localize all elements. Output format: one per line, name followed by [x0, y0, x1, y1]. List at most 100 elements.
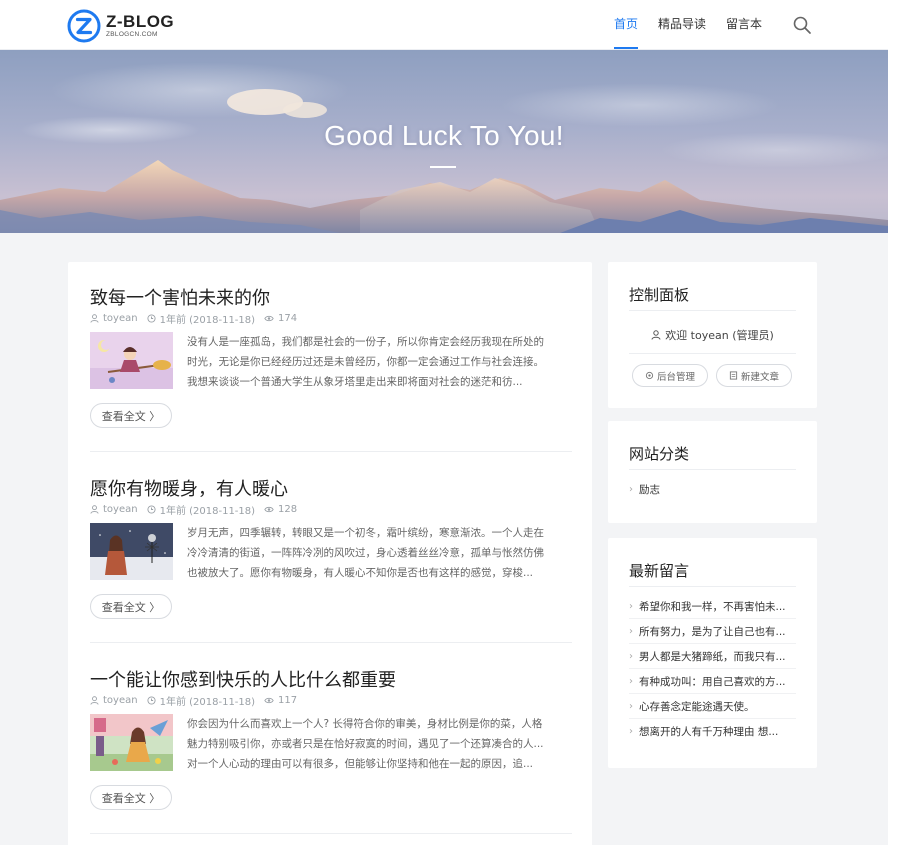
search-icon[interactable]	[792, 15, 812, 35]
post-divider	[90, 451, 572, 452]
user-icon	[90, 696, 99, 705]
admin-button[interactable]: 后台管理	[632, 364, 708, 387]
chevron-right-icon: ›	[629, 700, 633, 712]
clock-icon	[147, 505, 156, 514]
excerpt-line: 没有人是一座孤岛，我们都是社会的一份子，所以你肯定会经历我现在所处的	[187, 336, 544, 348]
chevron-right-icon: ›	[629, 650, 633, 662]
post-date: 1年前 (2018-11-18)	[159, 697, 256, 708]
widget-title: 最新留言	[629, 562, 690, 580]
post-list: 致每一个害怕未来的你 toyean 1年前 (2018-11-18) 174 没…	[68, 262, 592, 845]
zblog-logo-icon	[67, 9, 101, 43]
comment-text: 心存善念定能途遇天使。	[639, 700, 755, 713]
new-post-button[interactable]: 新建文章	[716, 364, 792, 387]
new-post-button-label: 新建文章	[740, 371, 779, 383]
eye-icon	[264, 315, 274, 322]
eye-icon	[264, 697, 274, 704]
post-item: 致每一个害怕未来的你 toyean 1年前 (2018-11-18) 174 没…	[90, 284, 572, 428]
category-label: 励志	[639, 484, 660, 496]
comment-text: 想离开的人有千万种理由 想...	[639, 726, 779, 738]
post-views: 174	[278, 313, 298, 324]
girl-on-broom-illustration	[90, 332, 173, 389]
read-more-button[interactable]: 查看全文 〉	[90, 594, 172, 619]
nav-item-home[interactable]: 首页	[614, 0, 639, 50]
excerpt-line: 你会因为什么而喜欢上一个人? 长得符合你的审美，身材比例是你的菜，人格	[187, 718, 543, 730]
post-excerpt: 你会因为什么而喜欢上一个人? 长得符合你的审美，身材比例是你的菜，人格 魅力特别…	[187, 714, 577, 774]
post-excerpt: 没有人是一座孤岛，我们都是社会的一份子，所以你肯定会经历我现在所处的 时光，无论…	[187, 332, 577, 392]
comment-item[interactable]: › 心存善念定能途遇天使。	[629, 694, 796, 719]
comment-item[interactable]: › 所有努力，是为了让自己也有...	[629, 619, 796, 644]
post-date: 1年前 (2018-11-18)	[159, 315, 256, 326]
post-meta: toyean 1年前 (2018-11-18) 117	[90, 693, 306, 708]
comment-text: 希望你和我一样，不再害怕未...	[639, 600, 786, 613]
excerpt-line: 冷冷清清的街道，一阵阵冷冽的风吹过，身心透着丝丝冷意，孤单与怅然仿佛	[187, 547, 544, 559]
post-views: 117	[278, 695, 298, 706]
user-icon	[651, 330, 661, 340]
chevron-right-icon: ›	[629, 600, 633, 612]
comment-item[interactable]: › 希望你和我一样，不再害怕未...	[629, 594, 796, 619]
post-author[interactable]: toyean	[103, 504, 138, 515]
excerpt-line: 也被放大了。愿你有物暖身，有人暖心不知你是否也有这样的感觉，穿梭...	[187, 567, 534, 579]
comment-item[interactable]: › 想离开的人有千万种理由 想...	[629, 719, 796, 744]
post-meta: toyean 1年前 (2018-11-18) 174	[90, 311, 306, 326]
post-thumbnail[interactable]	[90, 523, 173, 580]
excerpt-line: 我想来谈谈一个普通大学生从象牙塔里走出来即将面对社会的迷茫和彷...	[187, 376, 523, 388]
excerpt-line: 魅力特别吸引你，亦或者只是在恰好寂寞的时间，遇见了一个还算凑合的人...	[187, 738, 544, 750]
comment-text: 男人都是大猪蹄纸，而我只有...	[639, 650, 786, 663]
eye-icon	[264, 506, 274, 513]
widget-divider	[629, 469, 796, 470]
post-title[interactable]: 一个能让你感到快乐的人比什么都重要	[90, 666, 572, 692]
logo-subtitle: ZBLOGCN.COM	[106, 31, 158, 39]
widget-divider	[629, 353, 796, 354]
post-thumbnail[interactable]	[90, 714, 173, 771]
main-nav: 首页 精品导读 留言本	[604, 0, 772, 50]
read-more-button[interactable]: 查看全文 〉	[90, 403, 172, 428]
welcome-text: 欢迎 toyean (管理员)	[608, 327, 817, 343]
chevron-right-icon: ›	[629, 625, 633, 637]
comment-item[interactable]: › 男人都是大猪蹄纸，而我只有...	[629, 644, 796, 669]
read-more-button[interactable]: 查看全文 〉	[90, 785, 172, 810]
post-item: 一个能让你感到快乐的人比什么都重要 toyean 1年前 (2018-11-18…	[90, 666, 572, 810]
chevron-right-icon: ›	[629, 726, 633, 737]
widget-divider	[629, 310, 796, 311]
nav-item-guestbook[interactable]: 留言本	[726, 0, 762, 50]
excerpt-line: 时光，无论是你已经经历过还是未曾经历，你都一定会通过工作与社会连接。	[187, 356, 544, 368]
site-header: Z-BLOG ZBLOGCN.COM 首页 精品导读 留言本	[0, 0, 888, 50]
post-meta: toyean 1年前 (2018-11-18) 128	[90, 502, 306, 517]
categories-widget: 网站分类 › 励志	[608, 421, 817, 523]
welcome-label: 欢迎 toyean (管理员)	[665, 329, 774, 342]
gear-icon	[645, 371, 654, 380]
clock-icon	[147, 314, 156, 323]
post-title[interactable]: 致每一个害怕未来的你	[90, 284, 572, 310]
post-divider	[90, 833, 572, 834]
logo-title: Z-BLOG	[106, 12, 175, 32]
post-item: 愿你有物暖身，有人暖心 toyean 1年前 (2018-11-18) 128	[90, 475, 572, 619]
post-thumbnail[interactable]	[90, 332, 173, 389]
site-logo[interactable]: Z-BLOG ZBLOGCN.COM	[67, 9, 174, 43]
comment-item[interactable]: › 有种成功叫：用自己喜欢的方...	[629, 669, 796, 694]
chevron-right-icon: ›	[629, 675, 633, 687]
nav-item-featured[interactable]: 精品导读	[658, 0, 706, 50]
hero-banner: Good Luck To You!	[0, 50, 888, 233]
comment-text: 有种成功叫：用自己喜欢的方...	[639, 675, 786, 688]
user-icon	[90, 505, 99, 514]
post-author[interactable]: toyean	[103, 313, 138, 324]
widget-title: 网站分类	[629, 445, 690, 463]
excerpt-line: 对一个人心动的理由可以有很多，但能够让你坚持和他在一起的原因，追...	[187, 758, 534, 770]
document-icon	[729, 371, 738, 380]
post-title[interactable]: 愿你有物暖身，有人暖心	[90, 475, 572, 501]
post-author[interactable]: toyean	[103, 695, 138, 706]
admin-button-label: 后台管理	[656, 371, 695, 383]
post-excerpt: 岁月无声，四季辗转，转眼又是一个初冬，霜叶缤纷，寒意渐浓。一个人走在 冷冷清清的…	[187, 523, 577, 583]
banner-underline	[430, 166, 456, 168]
widget-title: 控制面板	[629, 286, 690, 304]
category-item[interactable]: › 励志	[629, 477, 796, 502]
excerpt-line: 岁月无声，四季辗转，转眼又是一个初冬，霜叶缤纷，寒意渐浓。一个人走在	[187, 527, 544, 539]
latest-comments-widget: 最新留言 › 希望你和我一样，不再害怕未... › 所有努力，是为了让自己也有...…	[608, 538, 817, 768]
clock-icon	[147, 696, 156, 705]
colorful-girl-illustration	[90, 714, 173, 771]
page-edge	[888, 0, 907, 845]
post-views: 128	[278, 504, 298, 515]
winter-girl-illustration	[90, 523, 173, 580]
control-panel-widget: 控制面板 欢迎 toyean (管理员) 后台管理 新建文章	[608, 262, 817, 408]
widget-divider	[629, 586, 796, 587]
